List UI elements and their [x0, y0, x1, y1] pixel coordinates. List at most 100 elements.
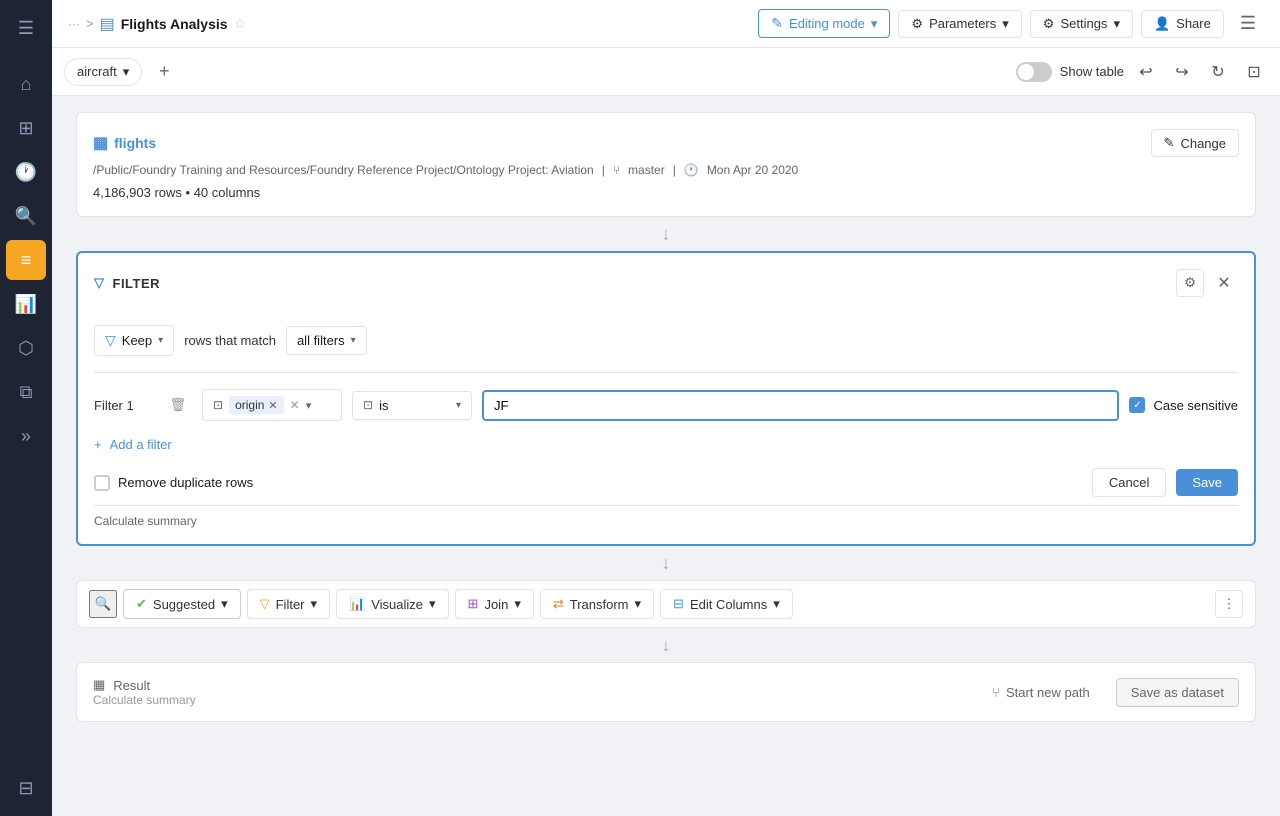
case-sensitive-checkbox[interactable]: ✓ — [1129, 397, 1145, 413]
layers-icon[interactable]: ⧉ — [6, 372, 46, 412]
filter1-delete-button[interactable]: 🗑 — [164, 391, 192, 419]
column-chevron[interactable]: ▾ — [306, 399, 312, 412]
column-count: 40 columns — [194, 185, 260, 200]
operator-dropdown[interactable]: ⊡ is ▾ — [352, 391, 472, 420]
save-button[interactable]: Save — [1176, 469, 1238, 496]
change-button[interactable]: ✎ Change — [1151, 129, 1239, 157]
visualize-chevron: ▾ — [429, 596, 436, 612]
search-transform-button[interactable]: 🔍 — [89, 590, 117, 618]
parameters-icon: ⚙ — [911, 16, 923, 32]
parameters-chevron: ▾ — [1002, 16, 1009, 32]
left-sidebar: ☰ ⌂ ⊞ 🕐 🔍 ≡ 📊 ⬡ ⧉ » ⊟ — [0, 0, 52, 816]
visualize-icon: 📊 — [349, 596, 365, 612]
show-table-label: Show table — [1060, 64, 1124, 79]
more-button[interactable]: ⋮ — [1215, 590, 1243, 618]
star-icon[interactable]: ☆ — [234, 15, 247, 32]
edit-columns-icon: ⊟ — [673, 596, 684, 612]
suggested-chevron: ▾ — [221, 596, 228, 612]
result-icon: ▦ — [93, 677, 105, 693]
result-sublabel: Calculate summary — [93, 693, 966, 707]
save-as-dataset-button[interactable]: Save as dataset — [1116, 678, 1239, 707]
case-sensitive-area: ✓ Case sensitive — [1129, 397, 1238, 413]
suggested-label: Suggested — [153, 597, 215, 612]
dataset-table-icon: ▦ — [93, 133, 108, 153]
transforms-icon[interactable]: ≡ — [6, 240, 46, 280]
transform-toolbar: 🔍 ✔ Suggested ▾ ▽ Filter ▾ 📊 Visualize ▾ — [76, 580, 1256, 628]
chevron-right-icon[interactable]: » — [6, 416, 46, 456]
sub-toolbar: aircraft ▾ + Show table ↩ ↪ ↻ ⊡ — [52, 48, 1280, 96]
result-card: ▦ Result Calculate summary ⑂ Start new p… — [76, 662, 1256, 722]
list-detail-icon[interactable]: ⊟ — [6, 768, 46, 808]
filter-title-text: FILTER — [113, 276, 161, 291]
redo-button[interactable]: ↪ — [1168, 58, 1196, 86]
filter-icon: ▽ — [94, 275, 105, 291]
filter-transform-label: Filter — [276, 597, 305, 612]
cancel-button[interactable]: Cancel — [1092, 468, 1166, 497]
add-tab-button[interactable]: + — [150, 58, 178, 86]
history-icon[interactable]: 🕐 — [6, 152, 46, 192]
editing-mode-label: Editing mode — [789, 16, 865, 31]
aircraft-tab[interactable]: aircraft ▾ — [64, 58, 142, 86]
share-icon: 👤 — [1154, 16, 1170, 32]
filter1-label: Filter 1 — [94, 398, 154, 413]
arrow-down-1: ↓ — [76, 225, 1256, 243]
column-tag-close[interactable]: ✕ — [268, 399, 277, 412]
join-button[interactable]: ⊞ Join ▾ — [455, 589, 534, 619]
breadcrumb-parent[interactable]: ··· — [68, 17, 80, 31]
layout-button[interactable]: ⊡ — [1240, 58, 1268, 86]
hamburger-button[interactable]: ☰ — [1232, 8, 1264, 39]
change-label: Change — [1180, 136, 1226, 151]
breadcrumb-separator: > — [86, 16, 94, 31]
search-nav-icon[interactable]: 🔍 — [6, 196, 46, 236]
editing-mode-button[interactable]: ✎ Editing mode ▾ — [758, 9, 890, 38]
branch-path-icon: ⑂ — [992, 685, 1000, 700]
share-button[interactable]: 👤 Share — [1141, 10, 1224, 38]
suggested-button[interactable]: ✔ Suggested ▾ — [123, 589, 241, 619]
pencil-icon: ✎ — [1164, 135, 1175, 151]
remove-duplicate-checkbox[interactable] — [94, 475, 110, 491]
cube-icon[interactable]: ⬡ — [6, 328, 46, 368]
start-new-path-button[interactable]: ⑂ Start new path — [978, 679, 1104, 706]
clear-column-button[interactable]: ✕ — [290, 398, 300, 412]
chart-icon[interactable]: 📊 — [6, 284, 46, 324]
settings-button[interactable]: ⚙ Settings ▾ — [1030, 10, 1133, 38]
filter-row-1: Filter 1 🗑 ⊡ origin ✕ ✕ ▾ ⊡ is — [94, 389, 1238, 421]
add-filter-plus-icon: + — [94, 437, 102, 452]
clock-icon: 🕐 — [684, 163, 699, 177]
filter-transform-button[interactable]: ▽ Filter ▾ — [247, 589, 330, 619]
filter-title: ▽ FILTER — [94, 275, 160, 291]
filter-close-button[interactable]: ✕ — [1210, 269, 1238, 297]
column-tag: origin ✕ — [229, 396, 284, 414]
result-label-text: Result — [113, 678, 150, 693]
editing-mode-icon: ✎ — [771, 15, 783, 32]
tab-chevron: ▾ — [123, 64, 130, 80]
tab-label: aircraft — [77, 64, 117, 79]
filter-value-input[interactable] — [482, 390, 1119, 421]
branch-icon: ⑂ — [613, 163, 620, 177]
transform-button[interactable]: ⇄ Transform ▾ — [540, 589, 654, 619]
projects-icon[interactable]: ⊞ — [6, 108, 46, 148]
parameters-label: Parameters — [929, 16, 996, 31]
all-filters-dropdown[interactable]: all filters ▾ — [286, 326, 367, 355]
operator-icon: ⊡ — [363, 398, 373, 412]
edit-columns-button[interactable]: ⊟ Edit Columns ▾ — [660, 589, 793, 619]
page-title: Flights Analysis — [121, 16, 228, 32]
add-filter-row[interactable]: + Add a filter — [94, 437, 1238, 452]
refresh-button[interactable]: ↻ — [1204, 58, 1232, 86]
column-selector[interactable]: ⊡ origin ✕ ✕ ▾ — [202, 389, 342, 421]
home-icon[interactable]: ⌂ — [6, 64, 46, 104]
dataset-name-text: flights — [114, 135, 156, 151]
filter-settings-button[interactable]: ⚙ — [1176, 269, 1204, 297]
menu-icon[interactable]: ☰ — [6, 8, 46, 48]
arrow-down-2: ↓ — [76, 554, 1256, 572]
visualize-button[interactable]: 📊 Visualize ▾ — [336, 589, 449, 619]
page-icon: ▤ — [100, 14, 115, 34]
parameters-button[interactable]: ⚙ Parameters ▾ — [898, 10, 1021, 38]
show-table-toggle[interactable] — [1016, 62, 1052, 82]
dataset-title-row: ▦ flights ✎ Change — [93, 129, 1239, 157]
undo-button[interactable]: ↩ — [1132, 58, 1160, 86]
suggested-icon: ✔ — [136, 596, 147, 612]
transform-label: Transform — [570, 597, 629, 612]
top-bar-actions: ✎ Editing mode ▾ ⚙ Parameters ▾ ⚙ Settin… — [758, 8, 1264, 39]
keep-dropdown[interactable]: ▽ Keep ▾ — [94, 325, 174, 356]
